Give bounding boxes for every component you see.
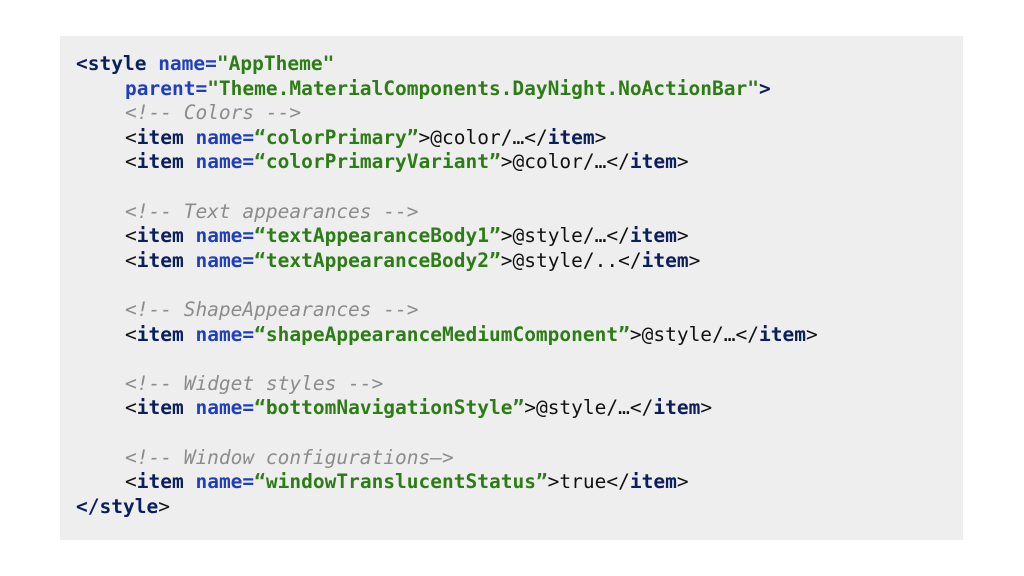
code-line-comment-window: <!-- Window configurations—> xyxy=(76,446,963,471)
item-close-lt: </ xyxy=(524,125,548,149)
style-name-value: "AppTheme" xyxy=(216,52,335,75)
code-line-item: <item name=“windowTranslucentStatus”>tru… xyxy=(76,470,963,495)
item-close-tag: item xyxy=(547,125,595,149)
item-close-gt: > xyxy=(676,470,689,494)
item-name-value: “colorPrimaryVariant” xyxy=(254,150,501,174)
item-close-tag: item xyxy=(629,470,677,494)
code-snippet-panel: <style name="AppTheme" parent="Theme.Mat… xyxy=(60,36,963,540)
item-name-attr: name= xyxy=(183,396,255,420)
code-line-item: <item name=“textAppearanceBody1”>@style/… xyxy=(76,224,963,249)
item-close-tag: item xyxy=(629,224,677,248)
item-close-gt: > xyxy=(805,322,818,346)
item-value: @color/… xyxy=(512,150,607,174)
item-close-lt: </ xyxy=(735,322,760,346)
item-name-attr: name= xyxy=(183,322,255,346)
code-line-item: <item name=“shapeAppearanceMediumCompone… xyxy=(76,323,963,348)
item-close-gt: > xyxy=(676,224,689,248)
item-name-value: “windowTranslucentStatus” xyxy=(254,470,548,494)
item-open-lt: < xyxy=(125,248,137,272)
item-name-attr: name= xyxy=(183,248,255,272)
item-close-gt: > xyxy=(700,396,713,420)
item-tag: item xyxy=(136,224,184,248)
item-gt: > xyxy=(418,125,431,149)
item-tag: item xyxy=(136,322,184,346)
item-close-tag: item xyxy=(759,322,806,346)
style-parent-attr: parent= xyxy=(125,76,208,100)
comment-colors: <!-- Colors --> xyxy=(125,101,302,125)
code-line-item: <item name=“bottomNavigationStyle”>@styl… xyxy=(76,396,963,421)
item-open-lt: < xyxy=(125,470,137,494)
style-parent-close: > xyxy=(758,76,771,100)
code-line-style-close: </style> xyxy=(76,495,963,520)
item-close-lt: </ xyxy=(606,224,630,248)
style-name-attr: name= xyxy=(146,52,217,75)
item-close-lt: </ xyxy=(606,470,630,494)
item-tag: item xyxy=(136,150,184,174)
item-open-lt: < xyxy=(125,322,137,346)
item-close-lt: </ xyxy=(618,248,642,272)
code-line-comment-shape: <!-- ShapeAppearances --> xyxy=(76,298,963,323)
item-gt: > xyxy=(500,224,513,248)
item-tag: item xyxy=(136,470,184,494)
item-open-lt: < xyxy=(125,224,137,248)
item-close-tag: item xyxy=(653,396,701,420)
item-open-lt: < xyxy=(125,125,137,149)
item-value: @style/… xyxy=(535,396,630,420)
item-gt: > xyxy=(547,470,560,494)
code-line-item: <item name=“textAppearanceBody2”>@style/… xyxy=(76,249,963,274)
item-close-tag: item xyxy=(641,248,689,272)
item-close-lt: </ xyxy=(629,396,654,420)
code-line-item: <item name=“colorPrimary”>@color/…</item… xyxy=(76,126,963,151)
item-open-lt: < xyxy=(125,396,137,420)
comment-widget-styles: <!-- Widget styles --> xyxy=(125,371,384,395)
comment-window-configurations: <!-- Window configurations—> xyxy=(125,445,454,469)
item-value: @style/… xyxy=(512,224,607,248)
item-gt: > xyxy=(629,322,642,346)
item-gt: > xyxy=(500,248,513,272)
code-line-comment-colors: <!-- Colors --> xyxy=(76,101,963,126)
item-close-gt: > xyxy=(594,125,607,149)
item-value: @color/… xyxy=(430,125,525,149)
item-close-gt: > xyxy=(676,150,689,174)
code-line-style-open: <style name="AppTheme" xyxy=(76,52,963,77)
item-name-value: “textAppearanceBody1” xyxy=(254,224,501,248)
item-name-attr: name= xyxy=(183,125,255,149)
item-name-value: “shapeAppearanceMediumComponent” xyxy=(254,322,630,346)
item-tag: item xyxy=(136,396,184,420)
item-close-gt: > xyxy=(688,248,701,272)
item-name-value: “bottomNavigationStyle” xyxy=(254,396,525,420)
item-name-attr: name= xyxy=(183,470,255,494)
style-close-bracket: > xyxy=(158,494,170,518)
item-open-lt: < xyxy=(125,150,137,174)
code-line-item: <item name=“colorPrimaryVariant”>@color/… xyxy=(76,150,963,175)
code-line-comment-text: <!-- Text appearances --> xyxy=(76,200,963,225)
item-gt: > xyxy=(524,396,536,420)
item-value: true xyxy=(559,470,607,494)
style-open-tag: <style xyxy=(76,52,147,75)
style-parent-value: "Theme.MaterialComponents.DayNight.NoAct… xyxy=(207,76,759,100)
item-name-attr: name= xyxy=(183,224,255,248)
item-close-tag: item xyxy=(629,150,677,174)
item-value: @style/.. xyxy=(512,248,619,272)
comment-shape-appearances: <!-- ShapeAppearances --> xyxy=(125,297,419,321)
code-line-comment-widget: <!-- Widget styles --> xyxy=(76,372,963,397)
style-close-tag: </style xyxy=(76,494,159,518)
comment-text-appearances: <!-- Text appearances --> xyxy=(125,199,419,223)
item-name-attr: name= xyxy=(183,150,255,174)
code-line-style-parent: parent="Theme.MaterialComponents.DayNigh… xyxy=(76,77,963,102)
item-tag: item xyxy=(136,125,184,149)
item-tag: item xyxy=(136,248,184,272)
item-gt: > xyxy=(500,150,513,174)
item-close-lt: </ xyxy=(606,150,630,174)
item-name-value: “colorPrimary” xyxy=(254,125,419,149)
item-value: @style/… xyxy=(641,322,736,346)
item-name-value: “textAppearanceBody2” xyxy=(254,248,501,272)
